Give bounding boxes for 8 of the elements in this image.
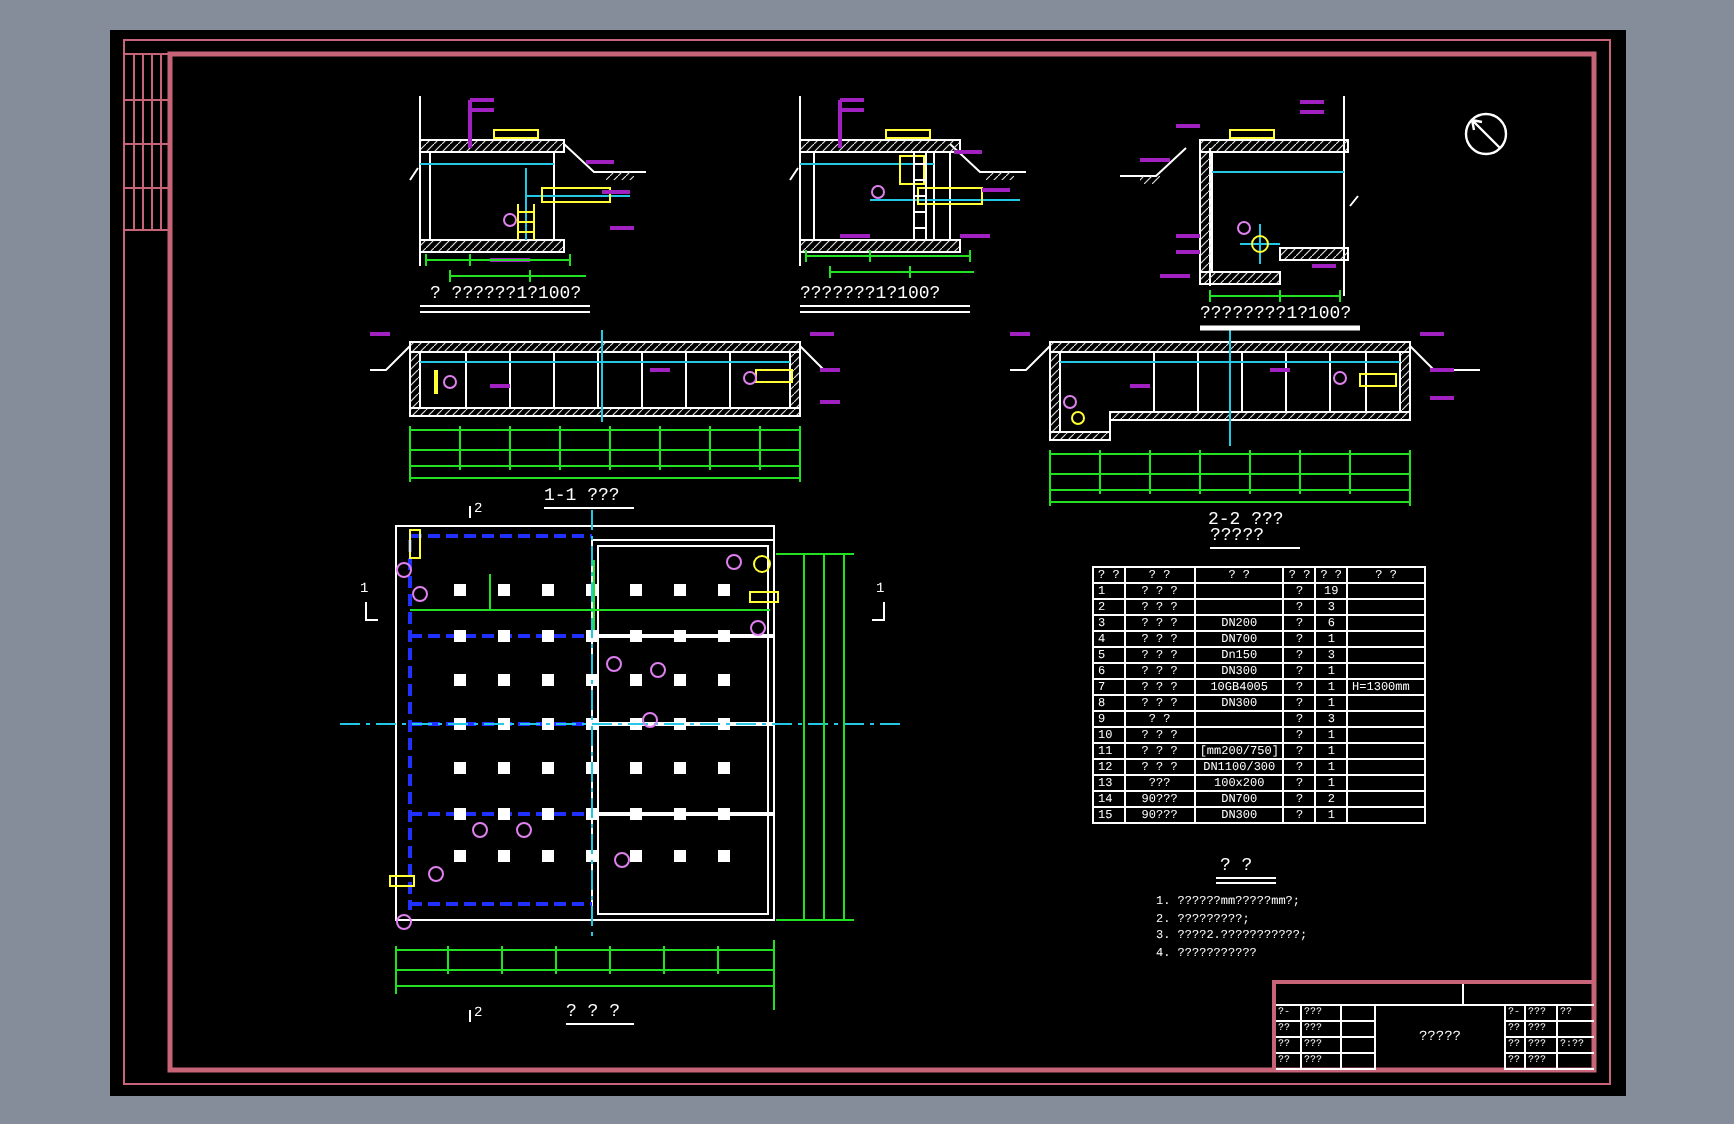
- table-title: ?????: [1210, 526, 1265, 546]
- plan-title: ? ? ?: [566, 1002, 621, 1022]
- detail-title: ? ??????1?100?: [430, 284, 582, 304]
- detail-title: ????????1?100?: [1200, 304, 1352, 324]
- detail-title: ???????1?100?: [800, 284, 941, 304]
- section-title: 1-1 ???: [544, 486, 620, 506]
- notes-title: ? ?: [1220, 856, 1253, 876]
- section-title: 2-2 ???: [1208, 510, 1284, 530]
